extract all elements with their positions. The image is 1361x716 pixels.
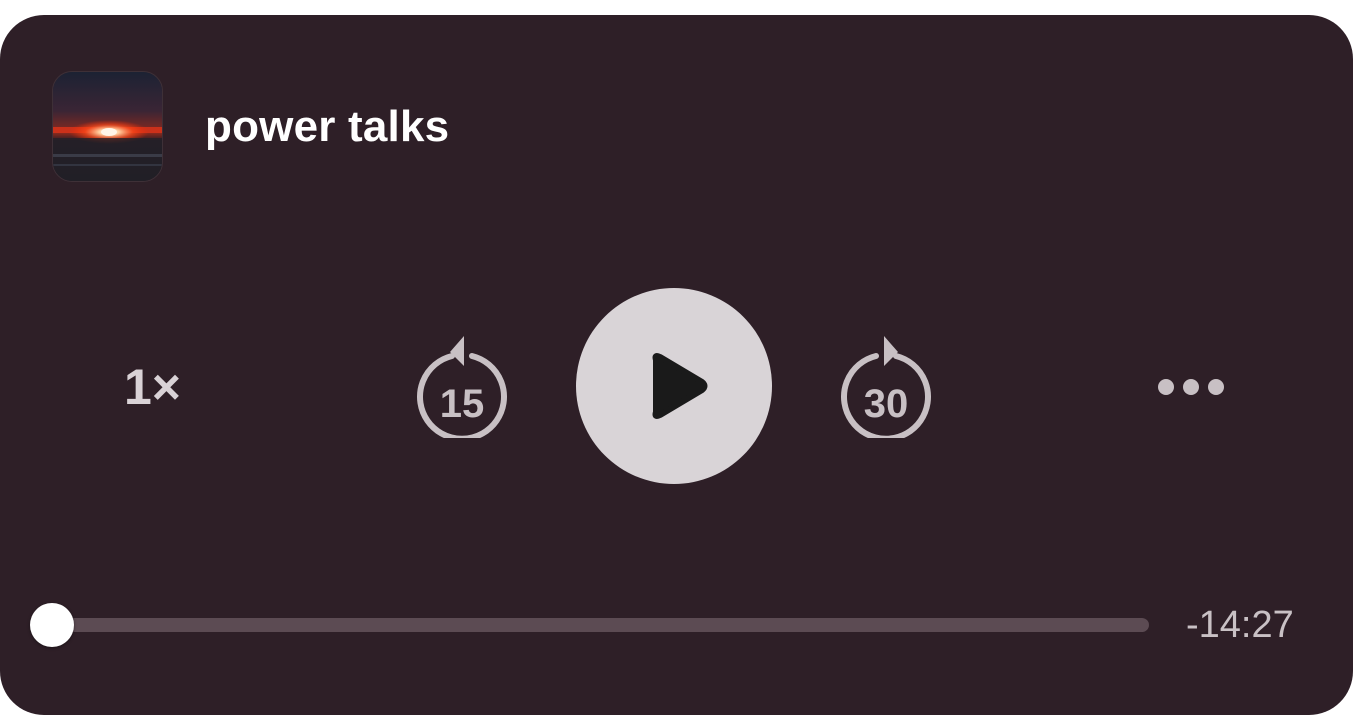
skip-back-button[interactable]: 15 [414, 334, 510, 438]
progress-bar: -14:27 [0, 591, 1353, 661]
play-button[interactable] [576, 288, 772, 484]
progress-track[interactable] [40, 618, 1149, 632]
skip-forward-seconds: 30 [863, 382, 909, 426]
episode-title: power talks [205, 101, 450, 151]
scrubber-thumb[interactable] [30, 603, 74, 647]
episode-header: power talks [52, 71, 449, 182]
skip-back-seconds: 15 [439, 382, 485, 426]
play-icon [652, 353, 708, 419]
skip-forward-button[interactable]: 30 [838, 334, 934, 438]
playback-controls: 1× 15 30 [0, 287, 1353, 485]
sunset-artwork-icon[interactable] [52, 71, 163, 182]
now-playing-card: power talks 1× 15 30 -14:27 [0, 15, 1353, 715]
more-options-button[interactable] [1156, 375, 1226, 399]
more-dots-icon [1158, 379, 1224, 395]
remaining-time: -14:27 [1186, 604, 1294, 646]
playback-speed-button[interactable]: 1× [124, 359, 181, 415]
